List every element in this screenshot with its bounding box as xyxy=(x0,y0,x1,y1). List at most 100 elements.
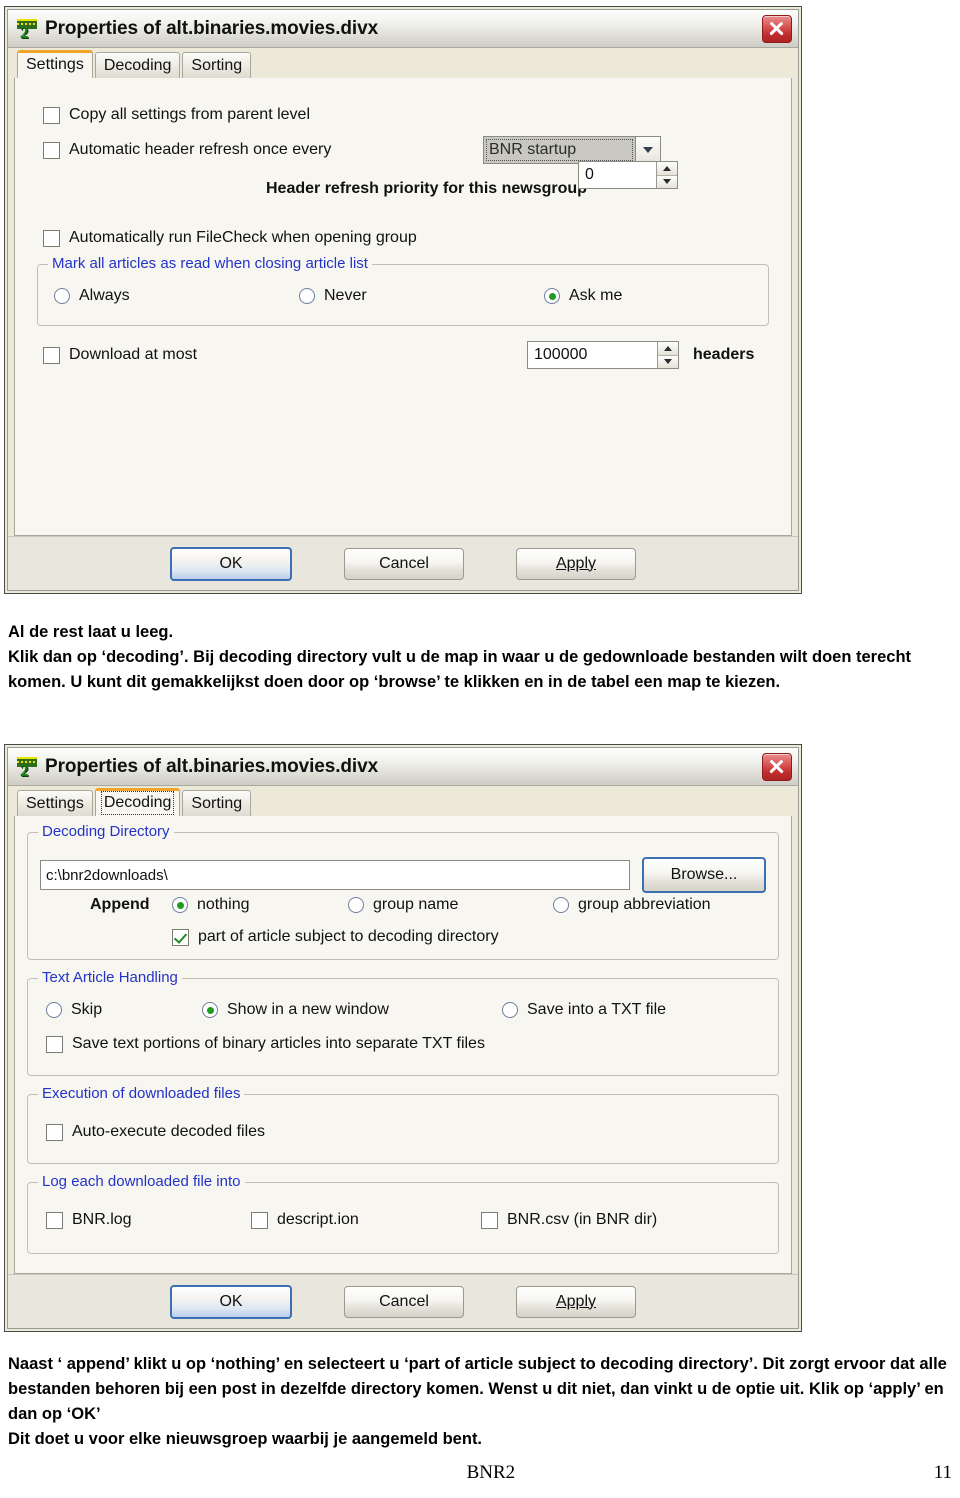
cancel-button-label: Cancel xyxy=(379,1292,429,1310)
ok-button[interactable]: OK xyxy=(170,546,292,581)
refresh-interval-combo[interactable]: BNR startup xyxy=(483,136,661,164)
download-spinner-down[interactable] xyxy=(658,355,678,368)
properties-dialog-settings: 2 Properties of alt.binaries.movies.divx… xyxy=(4,6,802,594)
download-at-most-label: Download at most xyxy=(69,346,198,363)
decoding-directory-title: Decoding Directory xyxy=(38,823,174,840)
filecheck-row[interactable]: Automatically run FileCheck when opening… xyxy=(43,229,777,247)
mark-read-always-radio[interactable] xyxy=(54,288,70,304)
append-option-nothing[interactable]: nothing xyxy=(172,896,348,914)
apply-button[interactable]: Apply xyxy=(516,1285,636,1318)
download-at-most-row[interactable]: Download at most 100000 headers xyxy=(43,341,777,369)
execution-groupbox: Execution of downloaded files Auto-execu… xyxy=(27,1085,779,1164)
append-option-group-abbrev[interactable]: group abbreviation xyxy=(553,896,711,914)
browse-button[interactable]: Browse... xyxy=(642,857,766,893)
text-handling-option-new-window[interactable]: Show in a new window xyxy=(202,1001,502,1019)
auto-refresh-checkbox[interactable] xyxy=(43,141,60,159)
tab-sorting[interactable]: Sorting xyxy=(182,52,252,78)
log-option-descript-ion[interactable]: descript.ion xyxy=(251,1211,481,1229)
tab-decoding[interactable]: Decoding xyxy=(94,788,181,816)
log-bnr-log-label: BNR.log xyxy=(72,1211,132,1228)
subject-to-directory-row[interactable]: part of article subject to decoding dire… xyxy=(172,928,499,946)
tab-settings[interactable]: Settings xyxy=(17,50,93,78)
log-option-bnr-csv[interactable]: BNR.csv (in BNR dir) xyxy=(481,1211,657,1229)
mark-read-never-label: Never xyxy=(324,287,367,304)
auto-refresh-row[interactable]: Automatic header refresh once every BNR … xyxy=(43,136,777,164)
properties-dialog-decoding: 2 Properties of alt.binaries.movies.divx… xyxy=(4,744,802,1332)
text-handling-option-txt-file[interactable]: Save into a TXT file xyxy=(502,1001,666,1019)
append-group-abbrev-radio[interactable] xyxy=(553,897,569,913)
cancel-button[interactable]: Cancel xyxy=(344,547,464,580)
ok-button[interactable]: OK xyxy=(170,1284,292,1319)
copy-settings-checkbox[interactable] xyxy=(43,106,60,124)
tab-decoding-label: Decoding xyxy=(100,790,175,815)
decoding-directory-groupbox: Decoding Directory c:\bnr2downloads\ Bro… xyxy=(27,823,779,960)
apply-button-label: Apply xyxy=(555,1292,597,1310)
mark-read-groupbox-title: Mark all articles as read when closing a… xyxy=(48,255,372,272)
priority-spinner-down[interactable] xyxy=(657,175,677,188)
text-handling-txt-file-label: Save into a TXT file xyxy=(527,1001,667,1018)
download-spinner-up[interactable] xyxy=(658,342,678,356)
tab-sorting-label: Sorting xyxy=(191,56,243,74)
copy-settings-label: Copy all settings from parent level xyxy=(69,106,310,123)
logging-title: Log each downloaded file into xyxy=(38,1173,245,1190)
auto-execute-checkbox[interactable] xyxy=(46,1123,63,1141)
save-text-portions-row[interactable]: Save text portions of binary articles in… xyxy=(46,1035,485,1053)
download-at-most-unit: headers xyxy=(693,346,755,363)
priority-spinner-up[interactable] xyxy=(657,162,677,176)
tab-sorting[interactable]: Sorting xyxy=(182,790,252,816)
settings-footer: OK Cancel Apply xyxy=(8,536,798,590)
instruction-paragraph-1: Al de rest laat u leeg. Klik dan op ‘dec… xyxy=(8,620,952,695)
append-group-name-radio[interactable] xyxy=(348,897,364,913)
log-descript-ion-label: descript.ion xyxy=(277,1211,359,1228)
apply-button-label: Apply xyxy=(555,554,597,572)
logging-groupbox: Log each downloaded file into BNR.log de… xyxy=(27,1173,779,1254)
save-text-portions-checkbox[interactable] xyxy=(46,1035,63,1053)
bnr2-logo-icon: 2 xyxy=(16,756,38,779)
close-icon[interactable] xyxy=(762,752,792,781)
log-bnr-csv-checkbox[interactable] xyxy=(481,1211,498,1229)
mark-read-never-radio[interactable] xyxy=(299,288,315,304)
titlebar-decoding: 2 Properties of alt.binaries.movies.divx xyxy=(8,748,798,786)
apply-button[interactable]: Apply xyxy=(516,547,636,580)
append-nothing-radio[interactable] xyxy=(172,897,188,913)
copy-settings-row[interactable]: Copy all settings from parent level xyxy=(43,106,777,124)
footer-document-title: BNR2 xyxy=(466,1462,516,1483)
subject-to-directory-checkbox[interactable] xyxy=(172,928,189,946)
decoding-path-input[interactable]: c:\bnr2downloads\ xyxy=(40,860,630,890)
instruction-line-3: Naast ‘ append’ klikt u op ‘nothing’ en … xyxy=(8,1355,947,1423)
page-number: 11 xyxy=(933,1462,952,1483)
download-at-most-spinner[interactable]: 100000 xyxy=(527,341,679,369)
tab-decoding[interactable]: Decoding xyxy=(94,52,181,78)
chevron-down-icon[interactable] xyxy=(635,137,660,163)
auto-execute-row[interactable]: Auto-execute decoded files xyxy=(46,1123,265,1141)
decoding-footer: OK Cancel Apply xyxy=(8,1274,798,1328)
text-handling-txt-file-radio[interactable] xyxy=(502,1002,518,1018)
window-title: Properties of alt.binaries.movies.divx xyxy=(45,755,379,777)
log-descript-ion-checkbox[interactable] xyxy=(251,1211,268,1229)
log-option-bnr-log[interactable]: BNR.log xyxy=(46,1211,251,1229)
append-label: Append xyxy=(90,896,150,913)
text-handling-option-skip[interactable]: Skip xyxy=(46,1001,202,1019)
priority-spinner[interactable]: 0 xyxy=(578,161,678,189)
text-handling-skip-radio[interactable] xyxy=(46,1002,62,1018)
cancel-button[interactable]: Cancel xyxy=(344,1285,464,1318)
mark-read-option-never[interactable]: Never xyxy=(299,287,544,305)
close-icon[interactable] xyxy=(762,14,792,43)
log-bnr-csv-label: BNR.csv (in BNR dir) xyxy=(507,1211,658,1228)
mark-read-always-label: Always xyxy=(79,287,130,304)
download-at-most-checkbox[interactable] xyxy=(43,346,60,364)
tab-settings[interactable]: Settings xyxy=(17,790,93,816)
text-article-handling-groupbox: Text Article Handling Skip Show in a new… xyxy=(27,969,779,1076)
tabstrip-decoding: Settings Decoding Sorting xyxy=(8,786,798,816)
mark-read-askme-radio[interactable] xyxy=(544,288,560,304)
mark-read-option-askme[interactable]: Ask me xyxy=(544,287,622,305)
save-text-portions-label: Save text portions of binary articles in… xyxy=(72,1035,485,1052)
mark-read-option-always[interactable]: Always xyxy=(54,287,299,305)
text-handling-skip-label: Skip xyxy=(71,1001,103,1018)
filecheck-checkbox[interactable] xyxy=(43,229,60,247)
priority-value: 0 xyxy=(585,166,594,183)
text-handling-new-window-radio[interactable] xyxy=(202,1002,218,1018)
log-bnr-log-checkbox[interactable] xyxy=(46,1211,63,1229)
append-option-group-name[interactable]: group name xyxy=(348,896,553,914)
auto-refresh-label: Automatic header refresh once every xyxy=(69,141,332,158)
